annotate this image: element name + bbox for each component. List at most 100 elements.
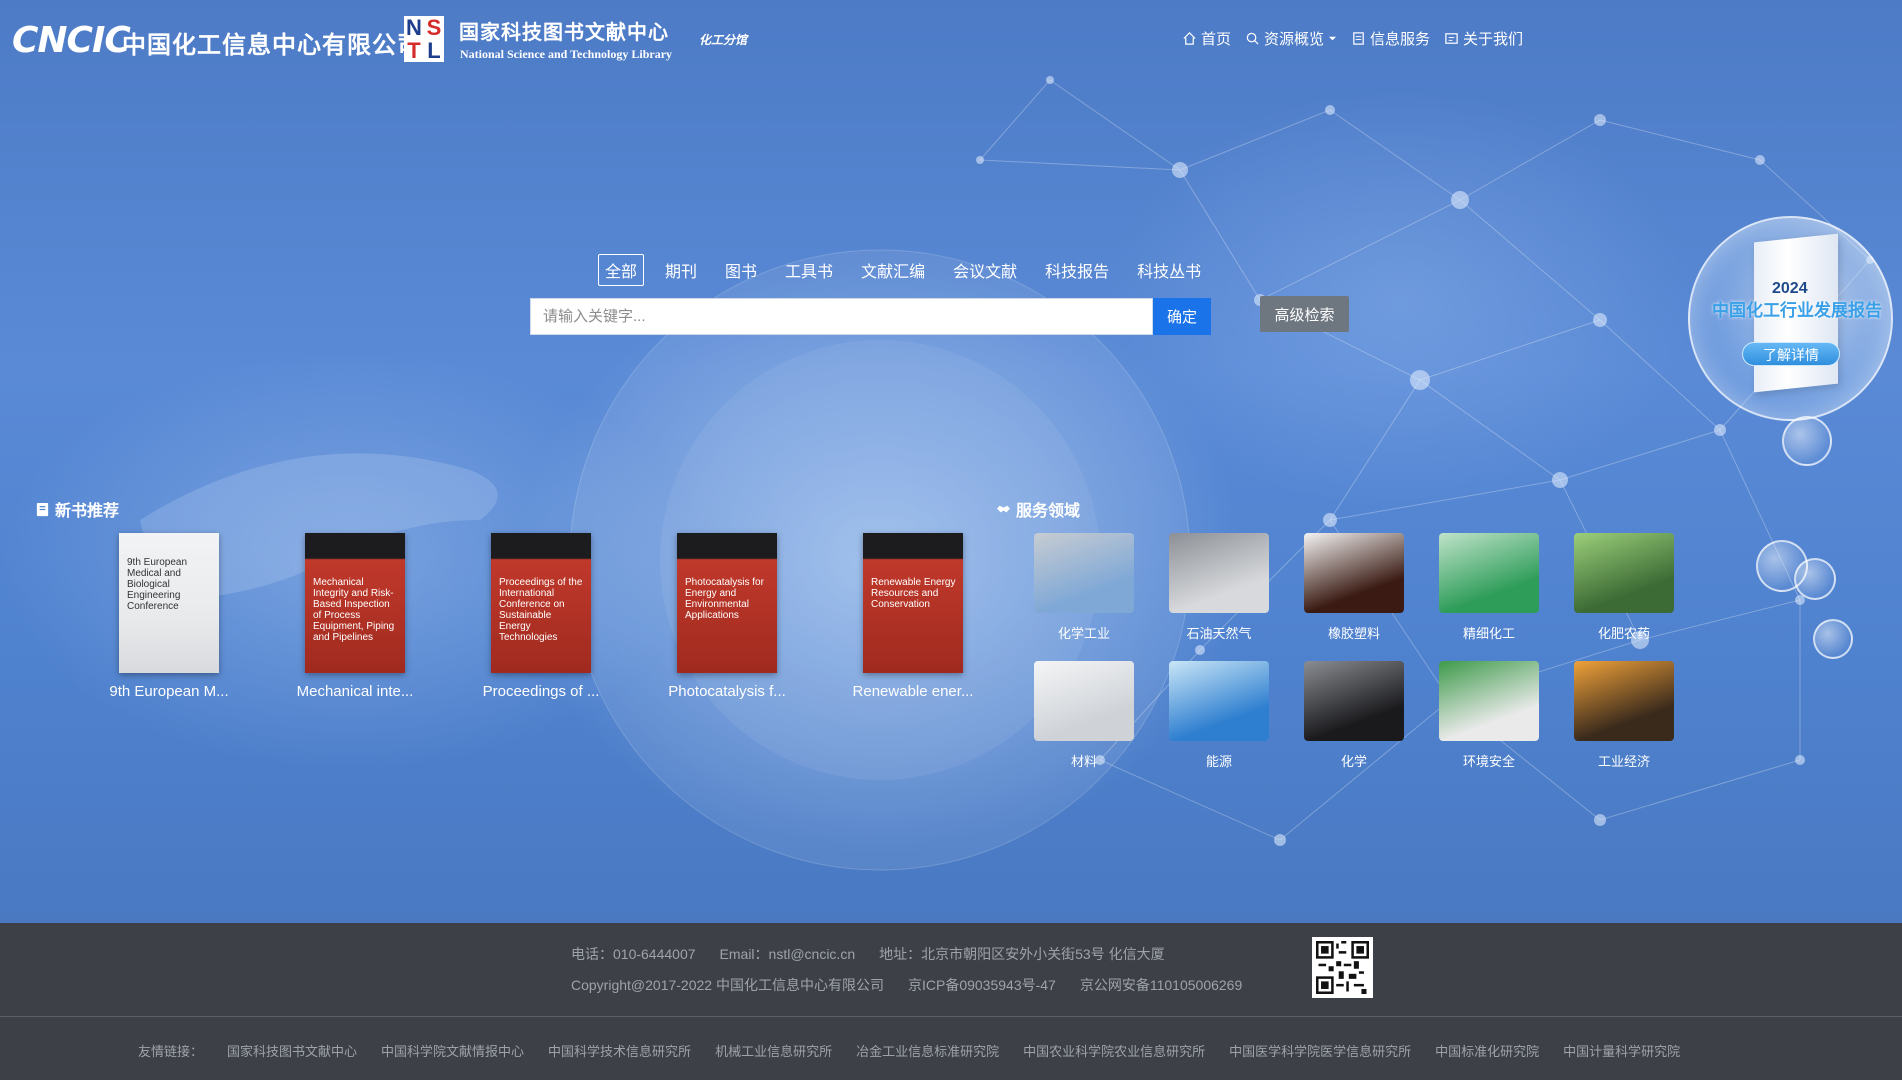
tab-journals[interactable]: 期刊 bbox=[658, 254, 704, 286]
book-card[interactable]: Renewable Energy Resources and Conservat… bbox=[847, 533, 979, 700]
book-title[interactable]: Renewable ener... bbox=[847, 683, 979, 700]
document-icon bbox=[1353, 32, 1364, 45]
nstl-letter: S bbox=[426, 15, 442, 40]
site-footer: 电话：010-6444007 Email：nstl@cncic.cn 地址：北京… bbox=[0, 923, 1902, 1080]
bubble-decoration bbox=[1782, 416, 1832, 466]
footer-contact-line: 电话：010-6444007 Email：nstl@cncic.cn 地址：北京… bbox=[571, 944, 1165, 964]
service-image[interactable] bbox=[1034, 661, 1134, 741]
footer-email: Email：nstl@cncic.cn bbox=[719, 946, 856, 962]
nstl-logo[interactable]: N S T L bbox=[404, 16, 444, 62]
book-title[interactable]: Mechanical inte... bbox=[289, 683, 421, 700]
service-image[interactable] bbox=[1439, 533, 1539, 613]
nstl-letter: N bbox=[406, 15, 422, 40]
service-card[interactable]: 橡胶塑料 bbox=[1304, 533, 1404, 642]
services-grid: 化学工业 石油天然气 橡胶塑料 精细化工 化肥农药材料 能源 化学 环境安全 工业经济 bbox=[1034, 533, 1674, 770]
new-books-title: 新书推荐 bbox=[55, 503, 120, 520]
advanced-search-button[interactable]: 高级检索 bbox=[1260, 296, 1349, 332]
nav-home[interactable]: 首页 bbox=[1182, 28, 1231, 49]
footer-icp[interactable]: 京ICP备09035943号-47 bbox=[908, 975, 1056, 995]
service-label[interactable]: 化学工业 bbox=[1034, 623, 1134, 642]
friend-link[interactable]: 中国科学院文献情报中心 bbox=[381, 1041, 524, 1060]
tab-reference-books[interactable]: 工具书 bbox=[778, 254, 840, 286]
tab-books[interactable]: 图书 bbox=[718, 254, 764, 286]
footer-legal-line: Copyright@2017-2022 中国化工信息中心有限公司 京ICP备09… bbox=[571, 975, 1242, 995]
nstl-letter: L bbox=[427, 38, 441, 63]
service-label[interactable]: 精细化工 bbox=[1439, 623, 1539, 642]
nav-resources-label: 资源概览 bbox=[1264, 31, 1325, 48]
friend-link[interactable]: 中国计量科学研究院 bbox=[1563, 1041, 1680, 1060]
nstl-letter: T bbox=[407, 38, 421, 63]
search-input[interactable] bbox=[530, 298, 1153, 335]
service-label[interactable]: 化学 bbox=[1304, 751, 1404, 770]
book-cover[interactable]: Photocatalysis for Energy and Environmen… bbox=[677, 533, 777, 673]
service-label[interactable]: 石油天然气 bbox=[1169, 623, 1269, 642]
main-nav: 首页 资源概览 信息服务 关于我们 bbox=[1182, 28, 1523, 49]
friend-link[interactable]: 中国医学科学院医学信息研究所 bbox=[1229, 1041, 1411, 1060]
nav-about[interactable]: 关于我们 bbox=[1444, 28, 1523, 49]
industry-report-banner[interactable]: 2024 中国化工行业发展报告 了解详情 bbox=[1688, 216, 1893, 421]
service-image[interactable] bbox=[1169, 661, 1269, 741]
service-label[interactable]: 能源 bbox=[1169, 751, 1269, 770]
book-cover[interactable]: Proceedings of the International Confere… bbox=[491, 533, 591, 673]
home-icon bbox=[1183, 32, 1196, 45]
friend-link[interactable]: 中国农业科学院农业信息研究所 bbox=[1023, 1041, 1205, 1060]
service-card[interactable]: 能源 bbox=[1169, 661, 1269, 770]
book-cover[interactable]: Renewable Energy Resources and Conservat… bbox=[863, 533, 963, 673]
service-label[interactable]: 工业经济 bbox=[1574, 751, 1674, 770]
book-cover-title: Renewable Energy Resources and Conservat… bbox=[871, 577, 956, 610]
service-image[interactable] bbox=[1574, 661, 1674, 741]
tab-tech-reports[interactable]: 科技报告 bbox=[1038, 254, 1116, 286]
friend-link[interactable]: 中国科学技术信息研究所 bbox=[548, 1041, 691, 1060]
service-card[interactable]: 材料 bbox=[1034, 661, 1134, 770]
tab-tech-series[interactable]: 科技丛书 bbox=[1130, 254, 1208, 286]
service-card[interactable]: 工业经济 bbox=[1574, 661, 1674, 770]
service-image[interactable] bbox=[1304, 533, 1404, 613]
service-image[interactable] bbox=[1169, 533, 1269, 613]
service-card[interactable]: 化学工业 bbox=[1034, 533, 1134, 642]
site-header: CNCIC 中国化工信息中心有限公司 N S T L 国家科技图书文献中心 Na… bbox=[0, 0, 1902, 80]
tab-all[interactable]: 全部 bbox=[598, 254, 645, 286]
service-card[interactable]: 精细化工 bbox=[1439, 533, 1539, 642]
search-submit-button[interactable]: 确定 bbox=[1153, 298, 1211, 335]
friend-link[interactable]: 中国标准化研究院 bbox=[1435, 1041, 1539, 1060]
book-cover-title: Mechanical Integrity and Risk-Based Insp… bbox=[313, 577, 395, 643]
page-root: CNCIC 中国化工信息中心有限公司 N S T L 国家科技图书文献中心 Na… bbox=[0, 0, 1902, 1080]
search-category-tabs: 全部 期刊 图书 工具书 文献汇编 会议文献 科技报告 科技丛书 bbox=[598, 254, 1208, 286]
book-title[interactable]: Photocatalysis f... bbox=[661, 683, 793, 700]
service-card[interactable]: 环境安全 bbox=[1439, 661, 1539, 770]
service-card[interactable]: 石油天然气 bbox=[1169, 533, 1269, 642]
friend-link[interactable]: 国家科技图书文献中心 bbox=[227, 1041, 357, 1060]
book-title[interactable]: Proceedings of ... bbox=[475, 683, 607, 700]
footer-police-record[interactable]: 京公网安备110105006269 bbox=[1080, 975, 1242, 995]
nav-info-service[interactable]: 信息服务 bbox=[1351, 28, 1430, 49]
nav-resources[interactable]: 资源概览 bbox=[1245, 28, 1337, 49]
service-image[interactable] bbox=[1574, 533, 1674, 613]
book-card[interactable]: Photocatalysis for Energy and Environmen… bbox=[661, 533, 793, 700]
cncic-logo[interactable]: CNCIC bbox=[12, 20, 131, 61]
nav-info-service-label: 信息服务 bbox=[1370, 31, 1431, 48]
friend-link[interactable]: 冶金工业信息标准研究院 bbox=[856, 1041, 999, 1060]
service-label[interactable]: 材料 bbox=[1034, 751, 1134, 770]
nstl-branch-label: 化工分馆 bbox=[699, 33, 748, 47]
book-card[interactable]: 9th European Medical and Biological Engi… bbox=[103, 533, 235, 700]
cncic-company-name[interactable]: 中国化工信息中心有限公司 bbox=[122, 25, 422, 60]
service-label[interactable]: 化肥农药 bbox=[1574, 623, 1674, 642]
qr-code bbox=[1312, 937, 1373, 998]
friend-link[interactable]: 机械工业信息研究所 bbox=[715, 1041, 832, 1060]
tab-conference-papers[interactable]: 会议文献 bbox=[946, 254, 1024, 286]
report-details-button[interactable]: 了解详情 bbox=[1742, 342, 1840, 366]
search-icon bbox=[1246, 32, 1259, 45]
service-label[interactable]: 环境安全 bbox=[1439, 751, 1539, 770]
book-cover[interactable]: Mechanical Integrity and Risk-Based Insp… bbox=[305, 533, 405, 673]
service-image[interactable] bbox=[1034, 533, 1134, 613]
service-card[interactable]: 化肥农药 bbox=[1574, 533, 1674, 642]
service-label[interactable]: 橡胶塑料 bbox=[1304, 623, 1404, 642]
service-image[interactable] bbox=[1439, 661, 1539, 741]
tab-compilations[interactable]: 文献汇编 bbox=[854, 254, 932, 286]
service-card[interactable]: 化学 bbox=[1304, 661, 1404, 770]
book-card[interactable]: Proceedings of the International Confere… bbox=[475, 533, 607, 700]
book-card[interactable]: Mechanical Integrity and Risk-Based Insp… bbox=[289, 533, 421, 700]
service-image[interactable] bbox=[1304, 661, 1404, 741]
book-cover[interactable]: 9th European Medical and Biological Engi… bbox=[119, 533, 219, 673]
book-title[interactable]: 9th European M... bbox=[103, 683, 235, 700]
